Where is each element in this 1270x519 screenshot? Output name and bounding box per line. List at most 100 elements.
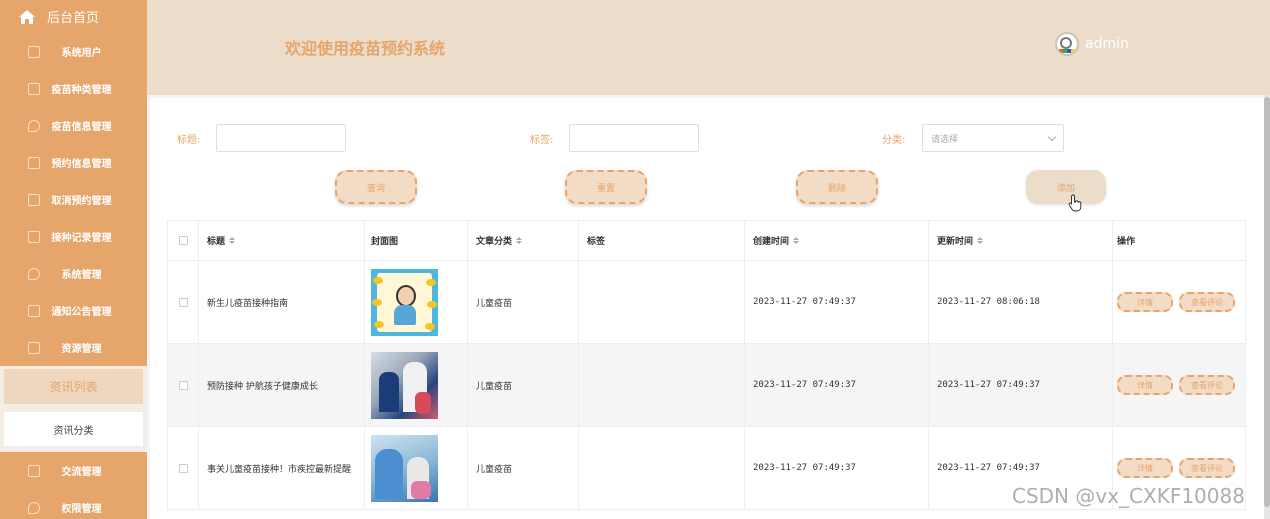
top-header: 欢迎使用疫苗预约系统 admin xyxy=(147,0,1270,95)
column-header-title[interactable]: 标题 xyxy=(199,221,365,260)
delete-button[interactable]: 删除 xyxy=(796,170,878,204)
sidebar-home[interactable]: 后台首页 xyxy=(0,0,147,33)
sort-icon[interactable] xyxy=(516,237,523,244)
add-button[interactable]: 添加 xyxy=(1026,170,1106,204)
column-header-category[interactable]: 文章分类 xyxy=(468,221,579,260)
reset-button[interactable]: 重置 xyxy=(565,170,647,204)
chat-icon xyxy=(28,464,40,477)
record-icon xyxy=(28,230,40,243)
category-cell: 儿童疫苗 xyxy=(468,427,579,509)
cover-image[interactable] xyxy=(371,351,438,419)
edit-icon xyxy=(28,156,40,169)
decor-dot xyxy=(373,276,383,284)
view-comments-button[interactable]: 查看评论 xyxy=(1179,458,1235,478)
sidebar-item-appointments[interactable]: 预约信息管理 xyxy=(0,144,147,181)
column-header-created[interactable]: 创建时间 xyxy=(745,221,929,260)
select-all-cell xyxy=(167,221,199,260)
cover-image[interactable] xyxy=(371,434,438,502)
username: admin xyxy=(1085,36,1129,52)
table-row: 预防接种 护航孩子健康成长 儿童疫苗 2023-11-27 07:49:37 2… xyxy=(167,344,1246,427)
updated-time-cell: 2023-11-27 08:06:18 xyxy=(929,261,1113,343)
column-header-label: 标题 xyxy=(207,237,226,247)
poster-graphic xyxy=(377,272,432,332)
tag-cell xyxy=(579,344,745,426)
decor-dot xyxy=(374,320,384,328)
column-header-label: 标签 xyxy=(587,237,606,247)
list-icon xyxy=(28,82,40,95)
row-checkbox[interactable] xyxy=(178,380,188,390)
cover-image[interactable] xyxy=(371,268,438,336)
sidebar-item-vaccine-types[interactable]: 疫苗种类管理 xyxy=(0,70,147,107)
column-header-tag: 标签 xyxy=(579,221,745,260)
created-time-cell: 2023-11-27 07:49:37 xyxy=(745,261,929,343)
column-header-label: 更新时间 xyxy=(937,237,974,247)
row-checkbox[interactable] xyxy=(178,297,188,307)
view-comments-button[interactable]: 查看评论 xyxy=(1179,375,1235,395)
news-table: 标题 封面图 文章分类 标签 创建时间 更新时间 操作 新生儿疫苗接种指南 儿童… xyxy=(167,220,1246,510)
created-time-cell: 2023-11-27 07:49:37 xyxy=(745,344,929,426)
tag-filter-input[interactable] xyxy=(569,124,699,152)
query-button[interactable]: 查询 xyxy=(335,170,417,204)
column-header-label: 创建时间 xyxy=(753,237,790,247)
title-cell: 新生儿疫苗接种指南 xyxy=(199,261,365,343)
sidebar-item-vaccination-records[interactable]: 接种记录管理 xyxy=(0,218,147,255)
column-header-updated[interactable]: 更新时间 xyxy=(929,221,1113,260)
select-all-checkbox[interactable] xyxy=(178,236,188,245)
sidebar-subitem-news-categories[interactable]: 资讯分类 xyxy=(4,412,143,446)
title-filter-input[interactable] xyxy=(216,124,346,152)
cover-cell xyxy=(365,427,468,509)
sidebar-item-cancel-appointments[interactable]: 取消预约管理 xyxy=(0,181,147,218)
row-select-cell xyxy=(167,344,199,426)
sidebar-item-notices[interactable]: 通知公告管理 xyxy=(0,292,147,329)
sidebar-item-resources[interactable]: 资源管理 xyxy=(0,329,147,366)
category-select-placeholder: 请选择 xyxy=(931,134,959,145)
sidebar-item-vaccine-info[interactable]: 疫苗信息管理 xyxy=(0,107,147,144)
detail-button[interactable]: 详情 xyxy=(1117,375,1173,395)
sidebar-item-system-management[interactable]: 系统管理 xyxy=(0,255,147,292)
decor-dot xyxy=(425,322,435,330)
sort-icon[interactable] xyxy=(793,237,800,244)
sidebar-item-label: 预约信息管理 xyxy=(51,159,112,170)
photo-figure xyxy=(415,391,431,414)
user-menu[interactable]: admin xyxy=(1055,32,1129,56)
table-row: 新生儿疫苗接种指南 儿童疫苗 2023-11-27 07:49:37 2023-… xyxy=(167,261,1246,344)
watermark: CSDN @vx_CXKF10088 xyxy=(1012,484,1245,508)
tag-filter-label: 标签: xyxy=(530,135,554,146)
decor-dot xyxy=(426,278,436,286)
title-cell: 预防接种 护航孩子健康成长 xyxy=(199,344,365,426)
created-time-cell: 2023-11-27 07:49:37 xyxy=(745,427,929,509)
view-comments-button[interactable]: 查看评论 xyxy=(1179,292,1235,312)
sort-icon[interactable] xyxy=(229,237,236,244)
sidebar-item-permissions[interactable]: 权限管理 xyxy=(0,489,147,519)
updated-time-cell: 2023-11-27 07:49:37 xyxy=(929,344,1113,426)
category-select[interactable]: 请选择 xyxy=(922,124,1064,152)
lock-icon xyxy=(28,501,40,514)
sidebar-subitem-news-list[interactable]: 资讯列表 xyxy=(4,369,143,404)
sidebar-item-system-users[interactable]: 系统用户 xyxy=(0,33,147,70)
scrollbar-thumb[interactable] xyxy=(1264,97,1270,507)
folder-icon xyxy=(28,341,40,354)
hand-cursor-icon xyxy=(1068,194,1082,212)
tag-cell xyxy=(579,261,745,343)
sort-icon[interactable] xyxy=(977,237,984,244)
sidebar-item-label: 取消预约管理 xyxy=(51,196,112,207)
detail-button[interactable]: 详情 xyxy=(1117,292,1173,312)
photo-figure xyxy=(375,448,403,499)
decor-dot xyxy=(372,298,382,306)
heart-icon xyxy=(28,119,40,132)
column-header-cover: 封面图 xyxy=(365,221,468,260)
category-cell: 儿童疫苗 xyxy=(468,344,579,426)
actions-cell: 详情 查看评论 xyxy=(1113,261,1246,343)
title-filter-label: 标题: xyxy=(177,135,201,146)
page-title: 欢迎使用疫苗预约系统 xyxy=(285,39,446,58)
column-header-actions: 操作 xyxy=(1113,221,1246,260)
row-checkbox[interactable] xyxy=(178,463,188,473)
sidebar-item-communication[interactable]: 交流管理 xyxy=(0,452,147,489)
sidebar-submenu: 资讯列表 资讯分类 xyxy=(0,366,147,452)
notice-icon xyxy=(28,304,40,317)
vertical-scrollbar[interactable] xyxy=(1264,95,1270,519)
table-header-row: 标题 封面图 文章分类 标签 创建时间 更新时间 操作 xyxy=(167,221,1246,261)
detail-button[interactable]: 详情 xyxy=(1117,458,1173,478)
decor-dot xyxy=(427,300,437,308)
sidebar-item-label: 系统用户 xyxy=(61,48,102,59)
